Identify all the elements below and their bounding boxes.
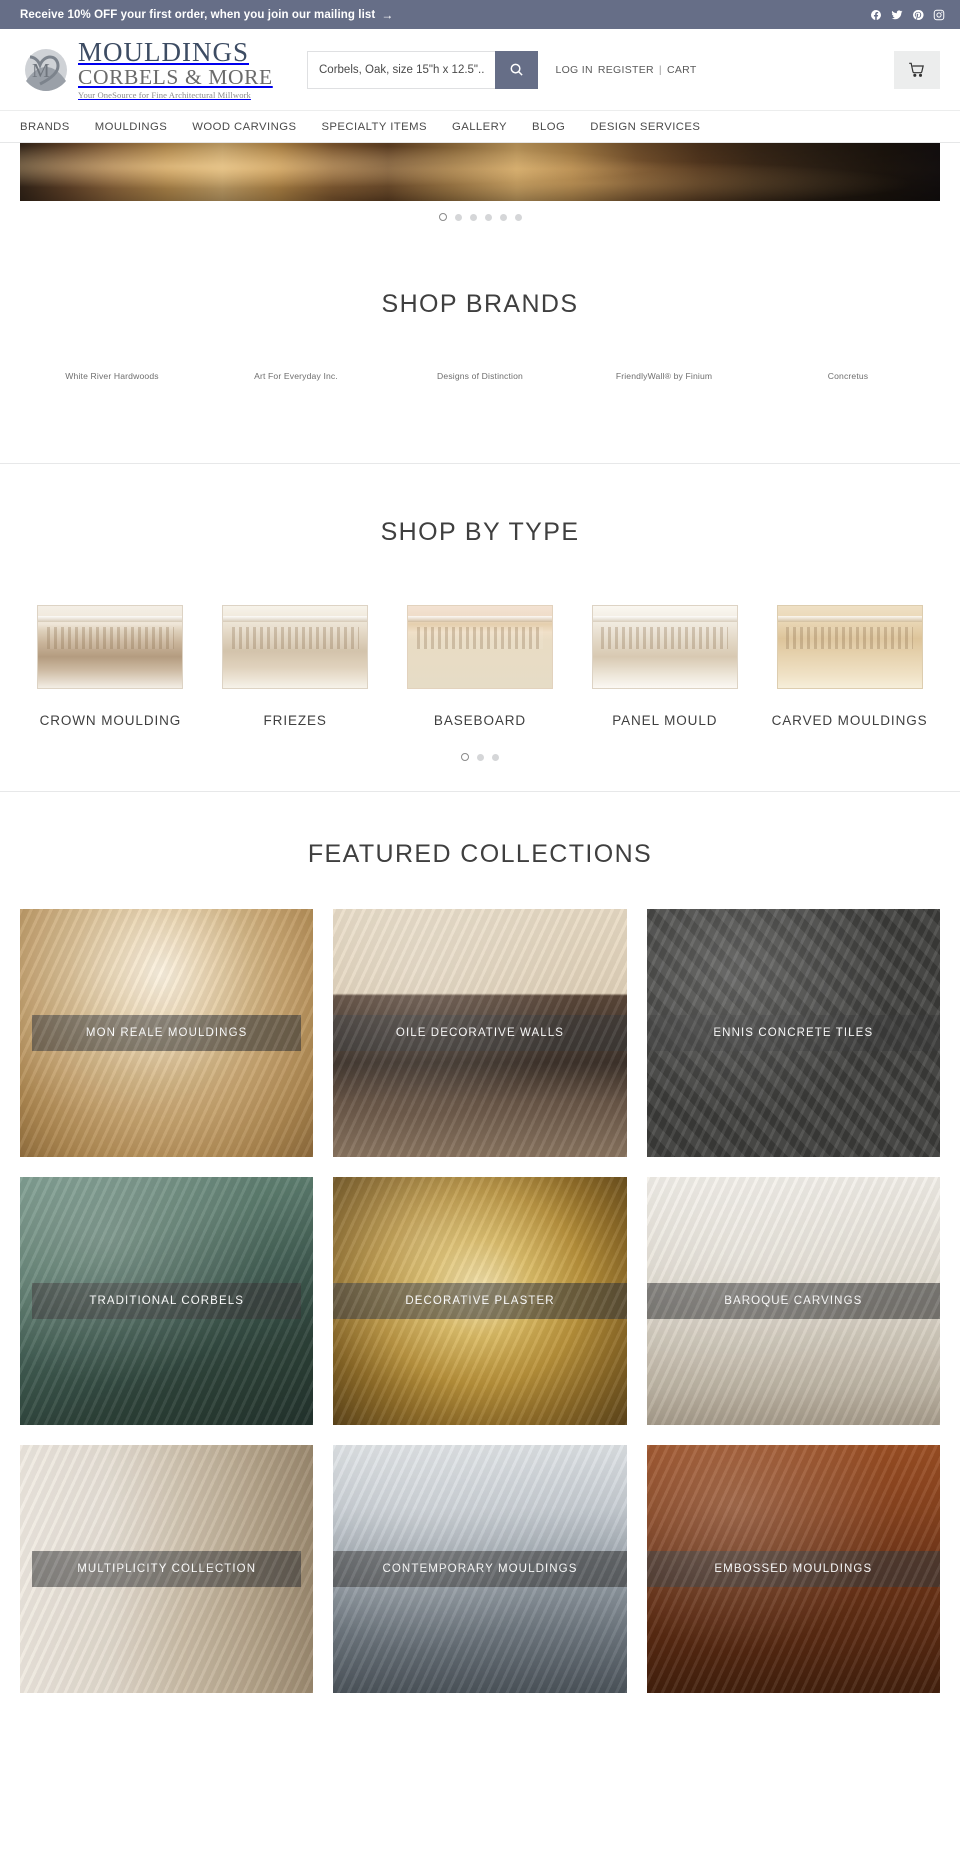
facebook-icon[interactable]	[869, 8, 882, 21]
hero-dot-5[interactable]	[499, 213, 507, 221]
pinterest-icon[interactable]	[911, 8, 924, 21]
svg-text:M: M	[32, 60, 50, 82]
type-section-pad	[0, 761, 960, 791]
account-links: LOG IN REGISTER | CART	[555, 64, 696, 76]
type-label: PANEL MOULD	[612, 713, 718, 728]
featured-card-decorative-plaster[interactable]: DECORATIVE PLASTER	[333, 1177, 627, 1426]
baseboard-moulding-thumb	[394, 599, 567, 695]
type-dot-1[interactable]	[461, 753, 469, 762]
cart-link[interactable]: CART	[667, 64, 697, 76]
hero-slide-image[interactable]	[20, 143, 940, 201]
hero-dot-1[interactable]	[438, 213, 447, 221]
main-nav: BRANDS MOULDINGS WOOD CARVINGS SPECIALTY…	[0, 111, 960, 143]
logo-tagline: Your OneSource for Fine Architectural Mi…	[78, 90, 251, 101]
featured-card-label: TRADITIONAL CORBELS	[32, 1283, 302, 1320]
featured-card-label: MULTIPLICITY COLLECTION	[32, 1551, 302, 1588]
type-row: CROWN MOULDING FRIEZES BASEBOARD PANEL M…	[0, 547, 960, 731]
nav-item-specialty-items[interactable]: SPECIALTY ITEMS	[321, 121, 427, 133]
shop-by-type-title: SHOP BY TYPE	[380, 518, 580, 546]
hero-dot-2[interactable]	[454, 213, 462, 221]
type-item-carved-mouldings[interactable]: CARVED MOULDINGS	[757, 599, 942, 731]
brands-row: White River Hardwoods Art For Everyday I…	[0, 319, 960, 381]
featured-card-label: BAROQUE CARVINGS	[646, 1283, 940, 1320]
brands-spacer	[0, 381, 960, 463]
featured-card-mon-reale[interactable]: MON REALE MOULDINGS	[20, 909, 314, 1158]
hero-dot-6[interactable]	[514, 213, 522, 221]
register-link[interactable]: REGISTER	[598, 64, 654, 76]
twitter-icon[interactable]	[890, 8, 903, 21]
frieze-moulding-thumb	[209, 599, 382, 695]
hero-dot-4[interactable]	[484, 213, 492, 221]
search-form	[307, 50, 538, 89]
type-slider-dots	[0, 731, 960, 762]
login-link[interactable]: LOG IN	[555, 64, 592, 76]
account-separator: |	[658, 63, 662, 76]
brand-item-art-for-everyday[interactable]: Art For Everyday Inc.	[204, 371, 388, 381]
crown-moulding-thumb	[24, 599, 197, 695]
search-input[interactable]	[307, 50, 495, 89]
featured-card-oile[interactable]: OILE DECORATIVE WALLS	[333, 909, 627, 1158]
nav-item-blog[interactable]: BLOG	[532, 121, 565, 133]
type-label: BASEBOARD	[433, 713, 527, 728]
type-label: CROWN MOULDING	[39, 713, 182, 728]
panel-moulding-thumb	[578, 599, 751, 695]
nav-item-gallery[interactable]: GALLERY	[452, 121, 507, 133]
shop-brands-section: SHOP BRANDS White River Hardwoods Art Fo…	[0, 235, 960, 463]
featured-collections-title: FEATURED COLLECTIONS	[307, 840, 653, 869]
brand-item-concretus[interactable]: Concretus	[756, 371, 940, 381]
nav-item-brands[interactable]: BRANDS	[20, 121, 70, 133]
promo-bar: Receive 10% OFF your first order, when y…	[0, 0, 960, 29]
type-item-friezes[interactable]: FRIEZES	[203, 599, 388, 731]
nav-item-mouldings[interactable]: MOULDINGS	[95, 121, 167, 133]
featured-card-multiplicity[interactable]: MULTIPLICITY COLLECTION	[20, 1445, 314, 1694]
featured-card-label: MON REALE MOULDINGS	[32, 1015, 302, 1052]
arrow-right-icon[interactable]: →	[381, 8, 393, 22]
type-item-panel-mould[interactable]: PANEL MOULD	[572, 599, 757, 731]
type-dot-2[interactable]	[477, 753, 484, 761]
logo-line-1: MOULDINGS	[78, 36, 249, 67]
type-label: FRIEZES	[263, 713, 327, 728]
featured-card-embossed-mouldings[interactable]: EMBOSSED MOULDINGS	[646, 1445, 940, 1694]
cart-button[interactable]	[893, 50, 940, 89]
promo-text: Receive 10% OFF your first order, when y…	[20, 8, 376, 21]
social-links	[869, 8, 945, 21]
shop-by-type-section: SHOP BY TYPE CROWN MOULDING FRIEZES BASE…	[0, 464, 960, 791]
featured-collections-section: FEATURED COLLECTIONS MON REALE MOULDINGS…	[0, 792, 960, 1694]
search-icon	[510, 63, 523, 76]
search-button[interactable]	[495, 50, 538, 89]
featured-card-contemporary-mouldings[interactable]: CONTEMPORARY MOULDINGS	[333, 1445, 627, 1694]
carved-moulding-thumb	[763, 599, 936, 695]
nav-item-wood-carvings[interactable]: WOOD CARVINGS	[192, 121, 296, 133]
type-label: CARVED MOULDINGS	[771, 713, 928, 728]
hero-dot-3[interactable]	[469, 213, 477, 221]
logo-line-2: CORBELS & MORE	[78, 64, 273, 89]
featured-grid: MON REALE MOULDINGS OILE DECORATIVE WALL…	[0, 869, 960, 1694]
featured-card-label: OILE DECORATIVE WALLS	[333, 1015, 627, 1052]
featured-card-baroque-carvings[interactable]: BAROQUE CARVINGS	[646, 1177, 940, 1426]
site-header: M MOULDINGS CORBELS & MORE Your OneSourc…	[0, 29, 960, 111]
brand-item-friendlywall[interactable]: FriendlyWall® by Finium	[572, 371, 756, 381]
shopping-cart-icon	[909, 62, 925, 77]
hero-slider	[0, 143, 960, 201]
brand-item-designs-of-distinction[interactable]: Designs of Distinction	[388, 371, 572, 381]
type-item-crown-moulding[interactable]: CROWN MOULDING	[18, 599, 203, 731]
featured-card-traditional-corbels[interactable]: TRADITIONAL CORBELS	[20, 1177, 314, 1426]
instagram-icon[interactable]	[932, 8, 945, 21]
logo-text: MOULDINGS CORBELS & MORE Your OneSource …	[78, 36, 273, 101]
brand-item-white-river[interactable]: White River Hardwoods	[20, 371, 204, 381]
nav-item-design-services[interactable]: DESIGN SERVICES	[590, 121, 700, 133]
type-dot-3[interactable]	[492, 753, 499, 761]
shop-brands-title: SHOP BRANDS	[381, 290, 579, 318]
type-item-baseboard[interactable]: BASEBOARD	[388, 599, 573, 731]
hero-slider-dots	[0, 201, 960, 235]
featured-card-label: EMBOSSED MOULDINGS	[646, 1551, 940, 1588]
site-logo[interactable]: M MOULDINGS CORBELS & MORE Your OneSourc…	[20, 36, 280, 101]
featured-card-ennis[interactable]: ENNIS CONCRETE TILES	[646, 909, 940, 1158]
featured-card-label: ENNIS CONCRETE TILES	[646, 1015, 940, 1052]
logo-mark-icon: M	[20, 47, 72, 93]
featured-card-label: CONTEMPORARY MOULDINGS	[333, 1551, 627, 1588]
featured-card-label: DECORATIVE PLASTER	[333, 1283, 627, 1320]
